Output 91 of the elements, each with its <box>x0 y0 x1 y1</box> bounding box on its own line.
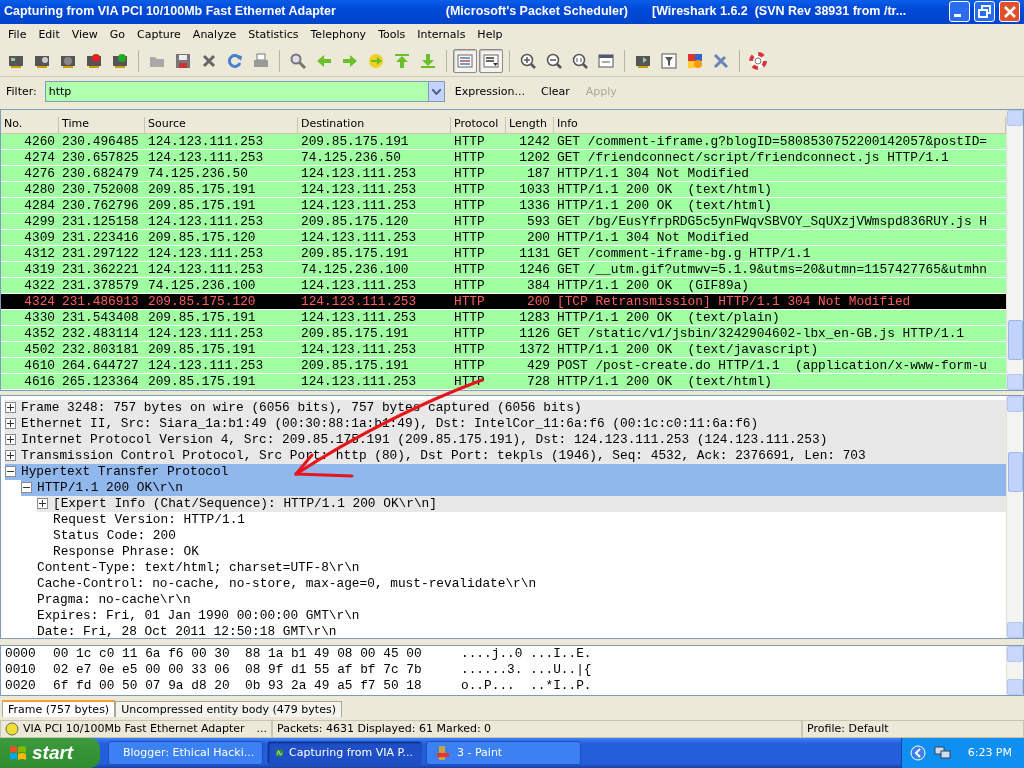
taskbar-button[interactable]: Blogger: Ethical Hacki... <box>108 741 263 765</box>
list-icon <box>456 51 474 70</box>
restore-icon <box>975 2 994 21</box>
more-button[interactable]: ... <box>256 722 267 736</box>
tab[interactable]: Uncompressed entity body (479 bytes) <box>115 700 342 717</box>
minimize-button[interactable] <box>949 1 970 23</box>
tree-item[interactable]: Response Phrase: OK <box>37 543 1006 560</box>
toolbar-button[interactable] <box>479 48 503 73</box>
taskbar-button[interactable]: 3 - Paint <box>426 741 581 765</box>
printer-icon <box>252 51 270 70</box>
tab[interactable]: Frame (757 bytes) <box>2 699 116 717</box>
filter-button[interactable]: Clear <box>534 85 576 99</box>
tree-item[interactable]: Content-Type: text/html; charset=UTF-8\r\n <box>21 559 1006 576</box>
menu-item[interactable]: Analyze <box>186 28 243 42</box>
first-icon <box>393 51 411 70</box>
hex-ascii: o..P... ..*I..P. <box>461 677 592 694</box>
column-header[interactable]: No. <box>1 116 59 133</box>
window-title: (Microsoft's Packet Scheduler) <box>445 4 628 20</box>
autoscroll-icon <box>482 51 500 70</box>
column-header[interactable]: Time <box>59 116 145 133</box>
menu-item[interactable]: View <box>65 28 104 42</box>
zoom-in-icon <box>519 51 537 70</box>
hex-offset: 0000 <box>5 645 37 662</box>
network-icon <box>933 745 952 761</box>
window-title: Capturing from VIA PCI 10/100Mb Fast Ethernet Adapter <box>4 4 336 20</box>
filter-icon <box>660 51 678 70</box>
column-header[interactable]: Length <box>506 116 554 133</box>
hex-bytes: 00 1c c0 11 6a f6 00 30 88 1a b1 49 08 00 45 00 <box>53 645 423 662</box>
tree-item[interactable]: Status Code: 200 <box>37 527 1006 544</box>
filter-field[interactable]: http <box>44 81 428 103</box>
palette-icon <box>686 51 704 70</box>
expand-icon <box>7 436 14 444</box>
scrollbar[interactable] <box>1006 645 1023 696</box>
tree-item[interactable]: Date: Fri, 28 Oct 2011 12:50:18 GMT\r\n <box>21 623 1006 640</box>
scrollbar[interactable] <box>1006 109 1023 390</box>
windows-logo-icon <box>8 743 28 763</box>
close-button[interactable] <box>999 1 1020 23</box>
zoom-out-icon <box>545 51 563 70</box>
lifebuoy-icon <box>749 51 767 70</box>
expand-icon <box>7 452 14 460</box>
hex-offset: 0020 <box>5 677 37 694</box>
tree-item[interactable]: Cache-Control: no-cache, no-store, max-age=0, must-revalidate\r\n <box>21 575 1006 592</box>
menu-item[interactable]: Internals <box>411 28 472 42</box>
menu-item[interactable]: Capture <box>131 28 187 42</box>
tree-item[interactable]: Expires: Fri, 01 Jan 1990 00:00:00 GMT\r\n <box>21 607 1006 624</box>
status-light-icon <box>5 722 19 736</box>
zoom-reset-icon <box>571 51 589 70</box>
restore-button[interactable] <box>974 1 995 23</box>
column-header[interactable]: Protocol <box>451 116 506 133</box>
hex-bytes: 02 e7 0e e5 00 00 33 06 08 9f d1 55 af bf 7c 7b <box>53 661 423 678</box>
tree-item[interactable]: Pragma: no-cache\r\n <box>21 591 1006 608</box>
clock: 6:23 PM <box>967 746 1012 760</box>
chevron-icon <box>909 745 926 761</box>
tree-item[interactable]: Request Version: HTTP/1.1 <box>37 511 1006 528</box>
window-title: [Wireshark 1.6.2 (SVN Rev 38931 from /tr... <box>652 4 907 20</box>
network-card-icon <box>85 51 103 70</box>
toolbar-button[interactable] <box>453 48 477 73</box>
start-button[interactable]: start <box>0 738 100 768</box>
network-card-icon <box>111 51 129 70</box>
menu-item[interactable]: Statistics <box>242 28 305 42</box>
menu-item[interactable]: Help <box>471 28 509 42</box>
dropdown-icon <box>431 88 441 95</box>
goto-icon <box>367 51 385 70</box>
expand-icon <box>7 404 14 412</box>
hex-bytes: 6f fd 00 50 07 9a d8 20 0b 93 2a 49 a5 f7 50 18 <box>53 677 423 694</box>
column-header[interactable]: Destination <box>298 116 451 133</box>
menu-item[interactable]: Telephony <box>304 28 373 42</box>
filter-button[interactable]: Expression... <box>448 85 531 99</box>
hex-ascii: ......3. ...U..|{ <box>461 661 592 678</box>
status-text: Profile: Default <box>807 722 889 736</box>
status-text: Packets: 4631 Displayed: 61 Marked: 0 <box>277 722 492 736</box>
expand-icon <box>7 420 14 428</box>
hex-offset: 0010 <box>5 661 37 678</box>
resize-columns-icon <box>597 51 615 70</box>
column-header[interactable]: Source <box>145 116 298 133</box>
status-text: VIA PCI 10/100Mb Fast Ethernet Adapter <box>23 722 245 736</box>
filter-label: Filter: <box>6 85 37 99</box>
scrollbar[interactable] <box>1006 395 1023 638</box>
hex-ascii: ....j..0 ...I..E. <box>461 645 592 662</box>
minimize-icon <box>954 14 961 18</box>
reload-icon <box>226 51 244 70</box>
search-icon <box>289 51 307 70</box>
taskbar-button[interactable]: Capturing from VIA P... <box>267 741 422 765</box>
paint-icon <box>435 745 451 761</box>
menu-item[interactable]: Go <box>103 28 132 42</box>
menu-item[interactable]: Tools <box>372 28 412 42</box>
expand-icon <box>39 500 46 508</box>
last-icon <box>419 51 437 70</box>
floppy-icon <box>174 51 192 70</box>
menu-item[interactable]: Edit <box>32 28 66 42</box>
menu-item[interactable]: File <box>2 28 33 42</box>
